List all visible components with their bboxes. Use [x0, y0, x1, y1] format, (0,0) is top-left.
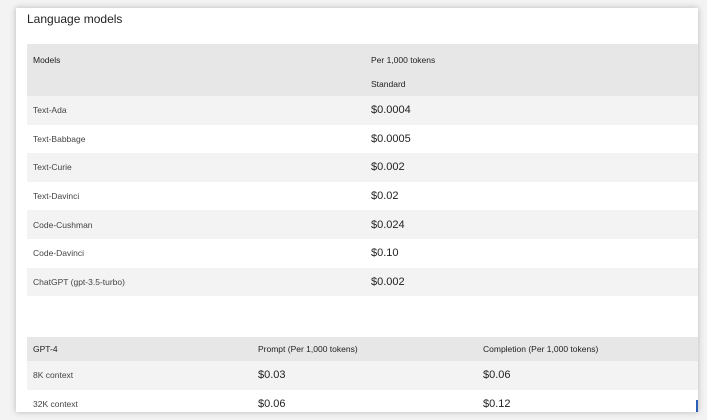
header-completion: Completion (Per 1,000 tokens): [477, 337, 698, 361]
prompt-price: $0.03: [252, 361, 477, 390]
table-header-row: Models Per 1,000 tokens: [27, 44, 698, 72]
header-empty: [27, 72, 365, 96]
pricing-card: Language models Models Per 1,000 tokens …: [16, 8, 698, 412]
model-name: Text-Davinci: [27, 181, 365, 211]
header-per-tokens: Per 1,000 tokens: [365, 44, 698, 72]
model-price: $0.02: [365, 181, 698, 211]
model-price: $0.0004: [365, 96, 698, 125]
model-name: Code-Cushman: [27, 210, 365, 239]
language-models-table: Models Per 1,000 tokens Standard Text-Ad…: [27, 44, 698, 297]
table-row: Text-Davinci $0.02: [27, 181, 698, 211]
context-name: 8K context: [27, 361, 252, 390]
header-gpt4: GPT-4: [27, 337, 252, 361]
completion-price: $0.06: [477, 361, 698, 390]
completion-price: $0.12: [477, 389, 698, 412]
table-row: Text-Ada $0.0004: [27, 96, 698, 125]
table-row: 8K context $0.03 $0.06: [27, 361, 698, 390]
gpt4-table: GPT-4 Prompt (Per 1,000 tokens) Completi…: [27, 337, 698, 412]
prompt-price: $0.06: [252, 389, 477, 412]
model-price: $0.0005: [365, 124, 698, 154]
model-price: $0.002: [365, 267, 698, 297]
table-row: Code-Davinci $0.10: [27, 238, 698, 268]
header-prompt: Prompt (Per 1,000 tokens): [252, 337, 477, 361]
table-row: Text-Curie $0.002: [27, 153, 698, 182]
table-row: Code-Cushman $0.024: [27, 210, 698, 239]
model-price: $0.024: [365, 210, 698, 239]
table-header-row: GPT-4 Prompt (Per 1,000 tokens) Completi…: [27, 337, 698, 361]
header-models: Models: [27, 44, 365, 72]
model-name: Text-Curie: [27, 153, 365, 182]
table-row: ChatGPT (gpt-3.5-turbo) $0.002: [27, 267, 698, 297]
table-subheader-row: Standard: [27, 72, 698, 96]
model-name: Text-Ada: [27, 96, 365, 125]
model-name: Code-Davinci: [27, 238, 365, 268]
table-row: 32K context $0.06 $0.12: [27, 389, 698, 412]
model-price: $0.10: [365, 238, 698, 268]
section-title: Language models: [27, 12, 123, 26]
model-name: Text-Babbage: [27, 124, 365, 154]
header-standard: Standard: [365, 72, 698, 96]
table-row: Text-Babbage $0.0005: [27, 124, 698, 154]
model-name: ChatGPT (gpt-3.5-turbo): [27, 267, 365, 297]
context-name: 32K context: [27, 389, 252, 412]
scroll-indicator: [696, 400, 698, 412]
model-price: $0.002: [365, 153, 698, 182]
